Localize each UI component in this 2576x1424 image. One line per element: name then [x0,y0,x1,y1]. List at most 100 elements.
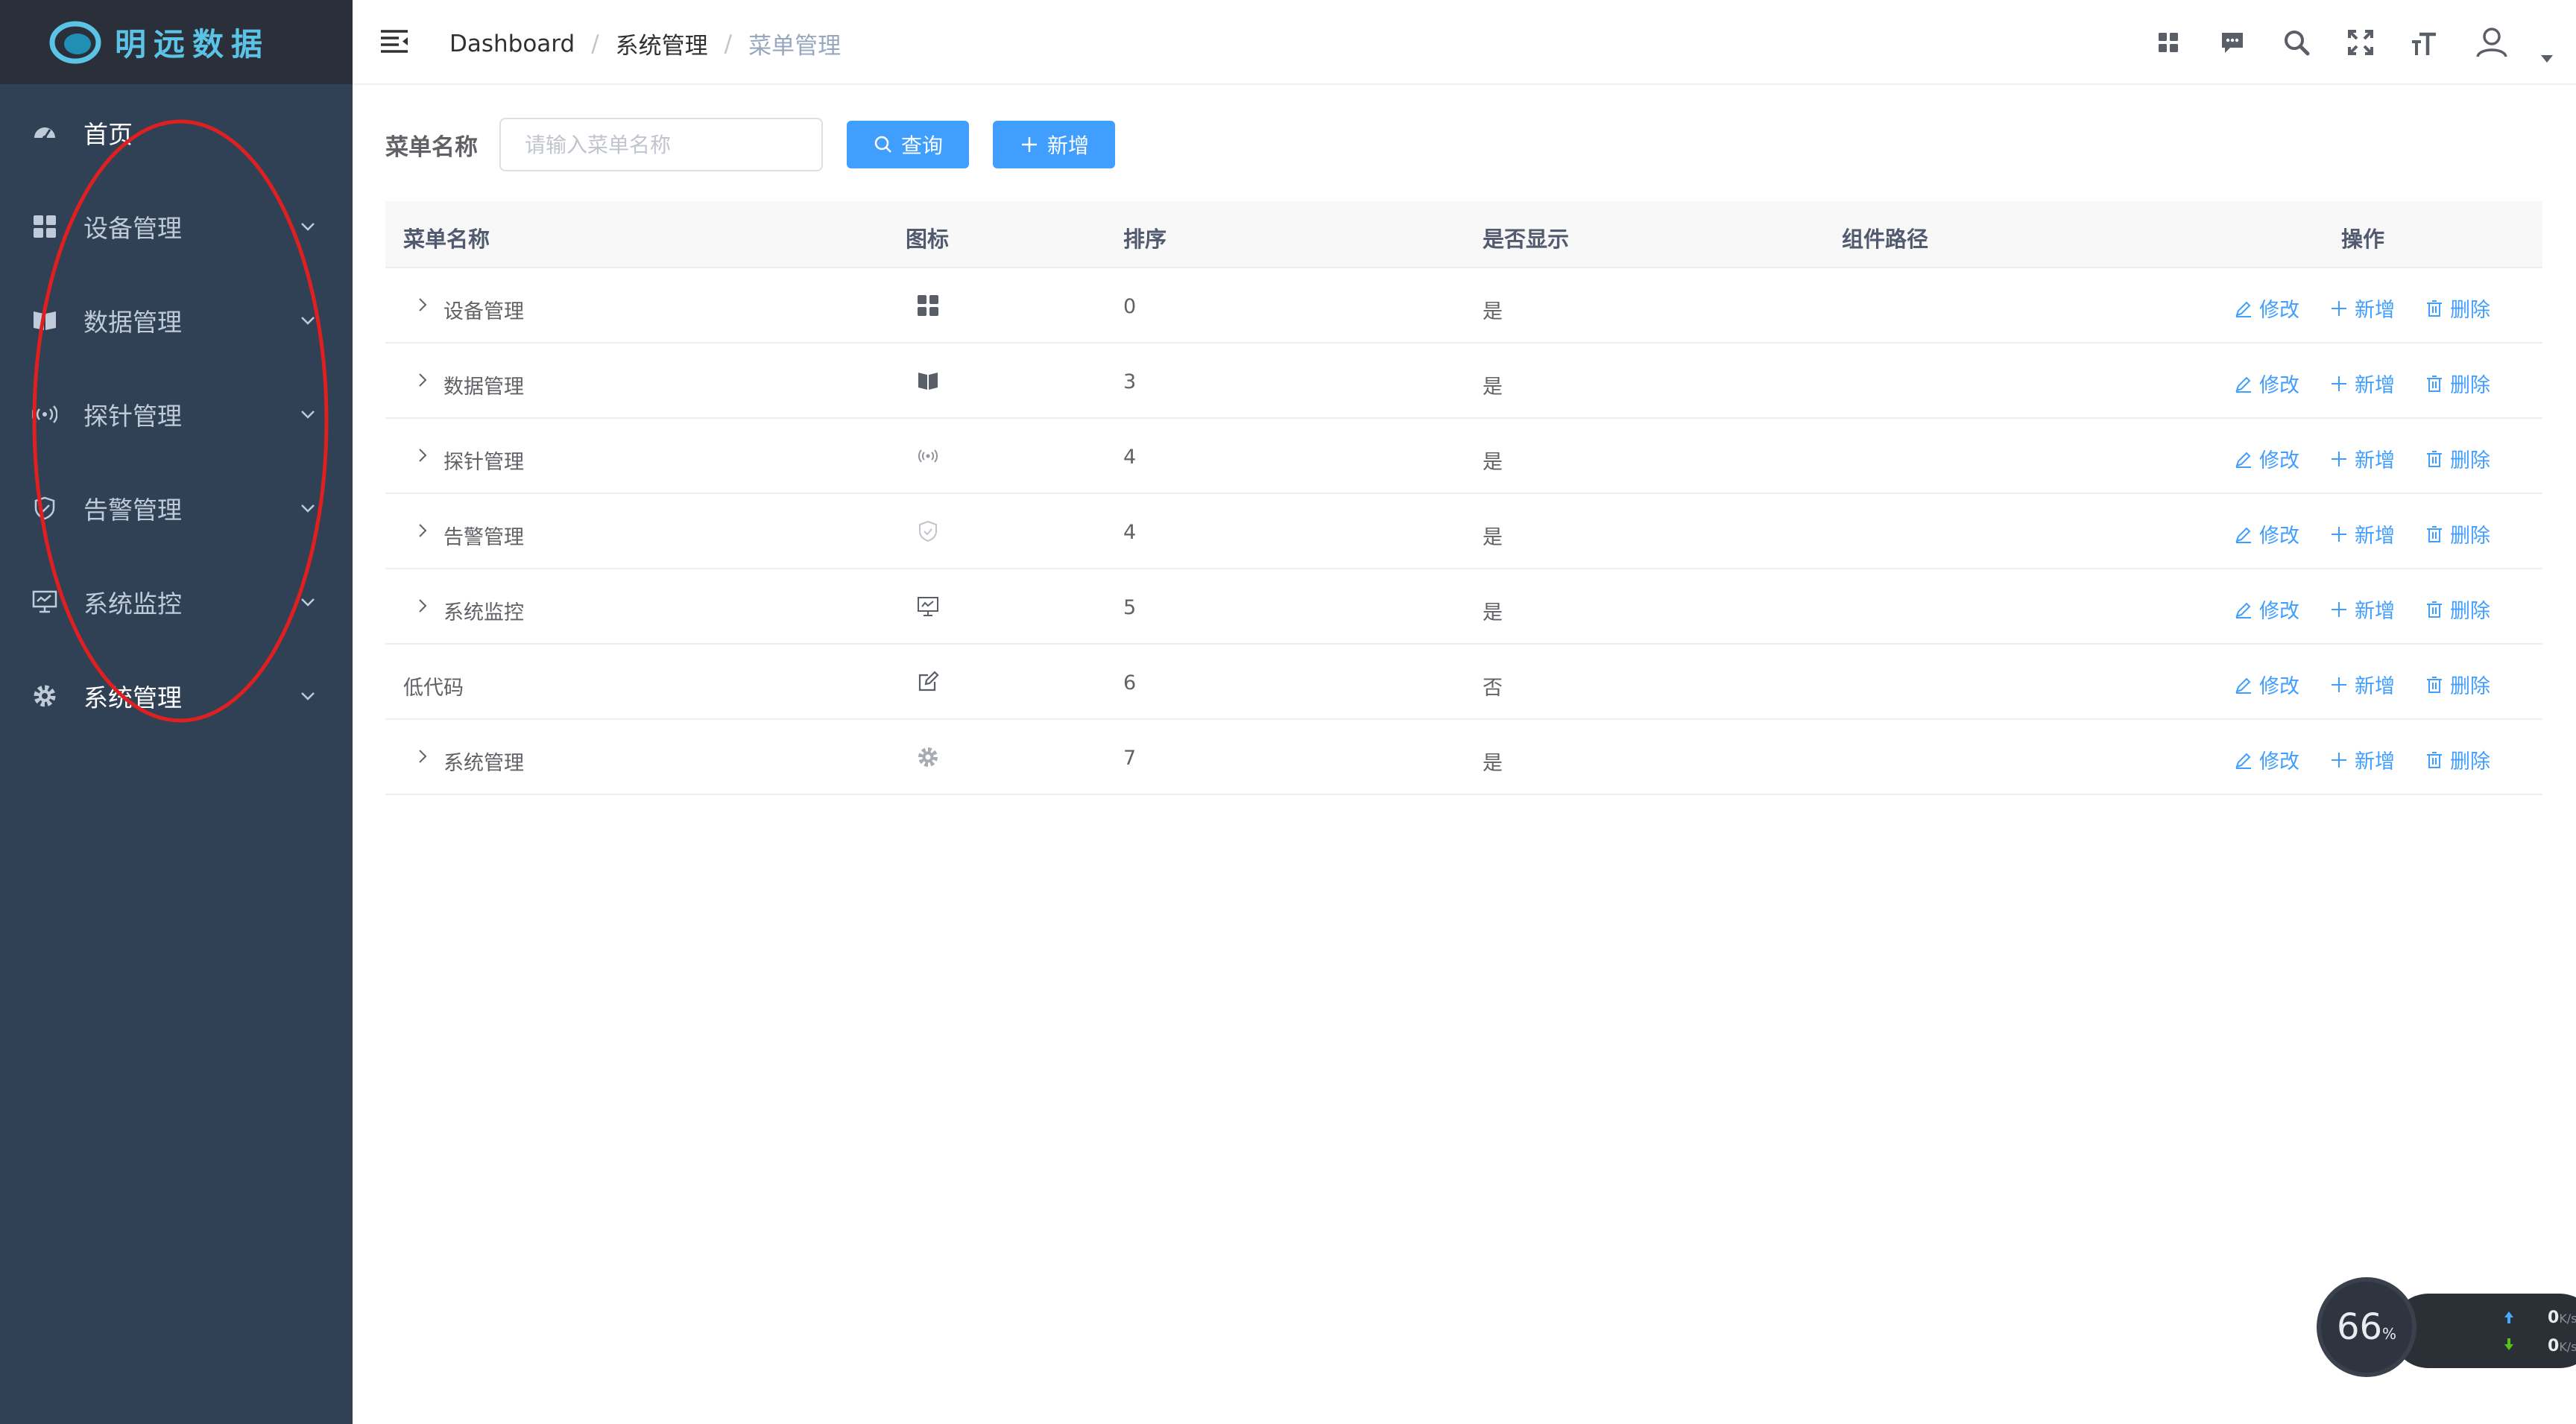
search-label: 菜单名称 [385,134,478,161]
gear-icon [31,683,58,709]
visible-cell: 是 [1483,601,1503,624]
chevron-right-icon[interactable] [414,521,432,540]
grid-icon [916,294,940,317]
edit-button[interactable]: 修改 [2234,444,2299,473]
order-cell: 4 [1123,521,1137,544]
signal-icon [916,444,940,468]
sidebar-item-data[interactable]: 数据管理 [0,273,353,367]
add-child-button[interactable]: 新增 [2329,369,2395,398]
visible-cell: 是 [1483,526,1503,549]
edit-icon [2235,602,2251,618]
edit-button[interactable]: 修改 [2234,745,2299,774]
menu-name-cell: 低代码 [403,677,464,700]
table-row[interactable]: 探针管理 4 是 修改 新增 删除 [385,419,2542,494]
table-header: 菜单名称 图标 排序 是否显示 组件路径 操作 [385,201,2542,268]
chevron-down-icon [301,411,315,419]
fullscreen-icon[interactable] [2343,25,2378,60]
table-row[interactable]: 系统监控 5 是 修改 新增 删除 [385,569,2542,645]
visible-cell: 否 [1483,677,1503,700]
table-row[interactable]: 设备管理 0 是 修改 新增 删除 [385,268,2542,344]
sidebar-item-devices[interactable]: 设备管理 [0,180,353,273]
add-child-button[interactable]: 新增 [2329,444,2395,473]
sidebar-item-label: 告警管理 [83,496,182,525]
chevron-right-icon[interactable] [414,596,432,616]
shield-icon [31,495,58,522]
menu-name-cell: 告警管理 [443,526,524,549]
delete-button[interactable]: 删除 [2425,294,2490,323]
table-row[interactable]: 系统管理 7 是 修改 新增 删除 [385,720,2542,795]
sidebar-item-home[interactable]: 首页 [0,86,353,180]
plus-icon [2332,526,2346,542]
trash-icon [2427,300,2442,317]
add-child-button[interactable]: 新增 [2329,670,2395,699]
search-icon [874,136,891,153]
breadcrumb-item[interactable]: 系统管理 [616,27,708,60]
logo-icon [49,21,101,63]
sidebar-item-system[interactable]: 系统管理 [0,649,353,743]
edit-button[interactable]: 修改 [2234,670,2299,699]
query-button[interactable]: 查询 [847,121,969,168]
table-row[interactable]: 告警管理 4 是 修改 新增 删除 [385,494,2542,569]
font-size-icon[interactable] [2408,25,2442,60]
search-icon[interactable] [2279,25,2314,60]
edit-button[interactable]: 修改 [2234,294,2299,323]
visible-cell: 是 [1483,451,1503,474]
table-row[interactable]: 数据管理 3 是 修改 新增 删除 [385,344,2542,419]
edit-button[interactable]: 修改 [2234,519,2299,548]
sidebar-item-label: 数据管理 [83,308,182,337]
book-icon [31,307,58,334]
order-cell: 7 [1123,747,1137,770]
delete-button[interactable]: 删除 [2425,444,2490,473]
add-child-button[interactable]: 新增 [2329,745,2395,774]
add-child-button[interactable]: 新增 [2329,519,2395,548]
logo-bar[interactable]: 明远数据 [0,0,353,84]
top-header: Dashboard / 系统管理 / 菜单管理 [353,0,2576,85]
order-cell: 4 [1123,446,1137,469]
delete-button[interactable]: 删除 [2425,595,2490,624]
edit-icon [2235,452,2251,468]
edit-icon [916,670,940,694]
edit-button[interactable]: 修改 [2234,595,2299,624]
delete-button[interactable]: 删除 [2425,670,2490,699]
edit-button[interactable]: 修改 [2234,369,2299,398]
upload-speed: 0K/s [2548,1309,2576,1327]
hamburger-icon[interactable] [379,28,409,55]
network-speed-widget[interactable]: 0K/s 0K/s 66% [2317,1277,2576,1377]
caret-down-icon[interactable] [2541,55,2553,63]
grid-icon[interactable] [2151,25,2185,60]
breadcrumb-item[interactable]: Dashboard [449,31,575,57]
add-child-button[interactable]: 新增 [2329,595,2395,624]
network-speed-panel: 0K/s 0K/s [2391,1294,2576,1368]
chevron-right-icon[interactable] [414,446,432,465]
sidebar-item-probes[interactable]: 探针管理 [0,367,353,461]
edit-icon [2235,376,2251,393]
sidebar-item-alarms[interactable]: 告警管理 [0,461,353,555]
chevron-down-icon [301,223,315,231]
menu-name-cell: 设备管理 [443,300,524,323]
plus-icon [2332,300,2346,316]
edit-icon [2235,753,2251,769]
column-header: 菜单名称 [403,227,490,252]
add-child-button[interactable]: 新增 [2329,294,2395,323]
order-cell: 6 [1123,671,1137,694]
plus-icon [2332,752,2346,768]
cpu-usage-gauge: 66% [2317,1277,2416,1377]
monitor-icon [31,589,58,616]
trash-icon [2427,375,2442,392]
chevron-right-icon[interactable] [414,370,432,390]
delete-button[interactable]: 删除 [2425,519,2490,548]
sidebar-item-label: 设备管理 [83,214,182,243]
chevron-right-icon[interactable] [414,295,432,314]
chat-icon[interactable] [2215,25,2250,60]
menu-name-search-input[interactable] [499,118,823,171]
add-button[interactable]: 新增 [993,121,1115,168]
table-row[interactable]: 低代码 6 否 修改 新增 删除 [385,645,2542,720]
brand-name: 明远数据 [115,26,271,63]
plus-icon [2332,376,2346,391]
user-icon[interactable] [2472,22,2512,63]
delete-button[interactable]: 删除 [2425,369,2490,398]
order-cell: 0 [1123,295,1137,318]
sidebar-item-monitoring[interactable]: 系统监控 [0,555,353,649]
chevron-right-icon[interactable] [414,747,432,766]
delete-button[interactable]: 删除 [2425,745,2490,774]
